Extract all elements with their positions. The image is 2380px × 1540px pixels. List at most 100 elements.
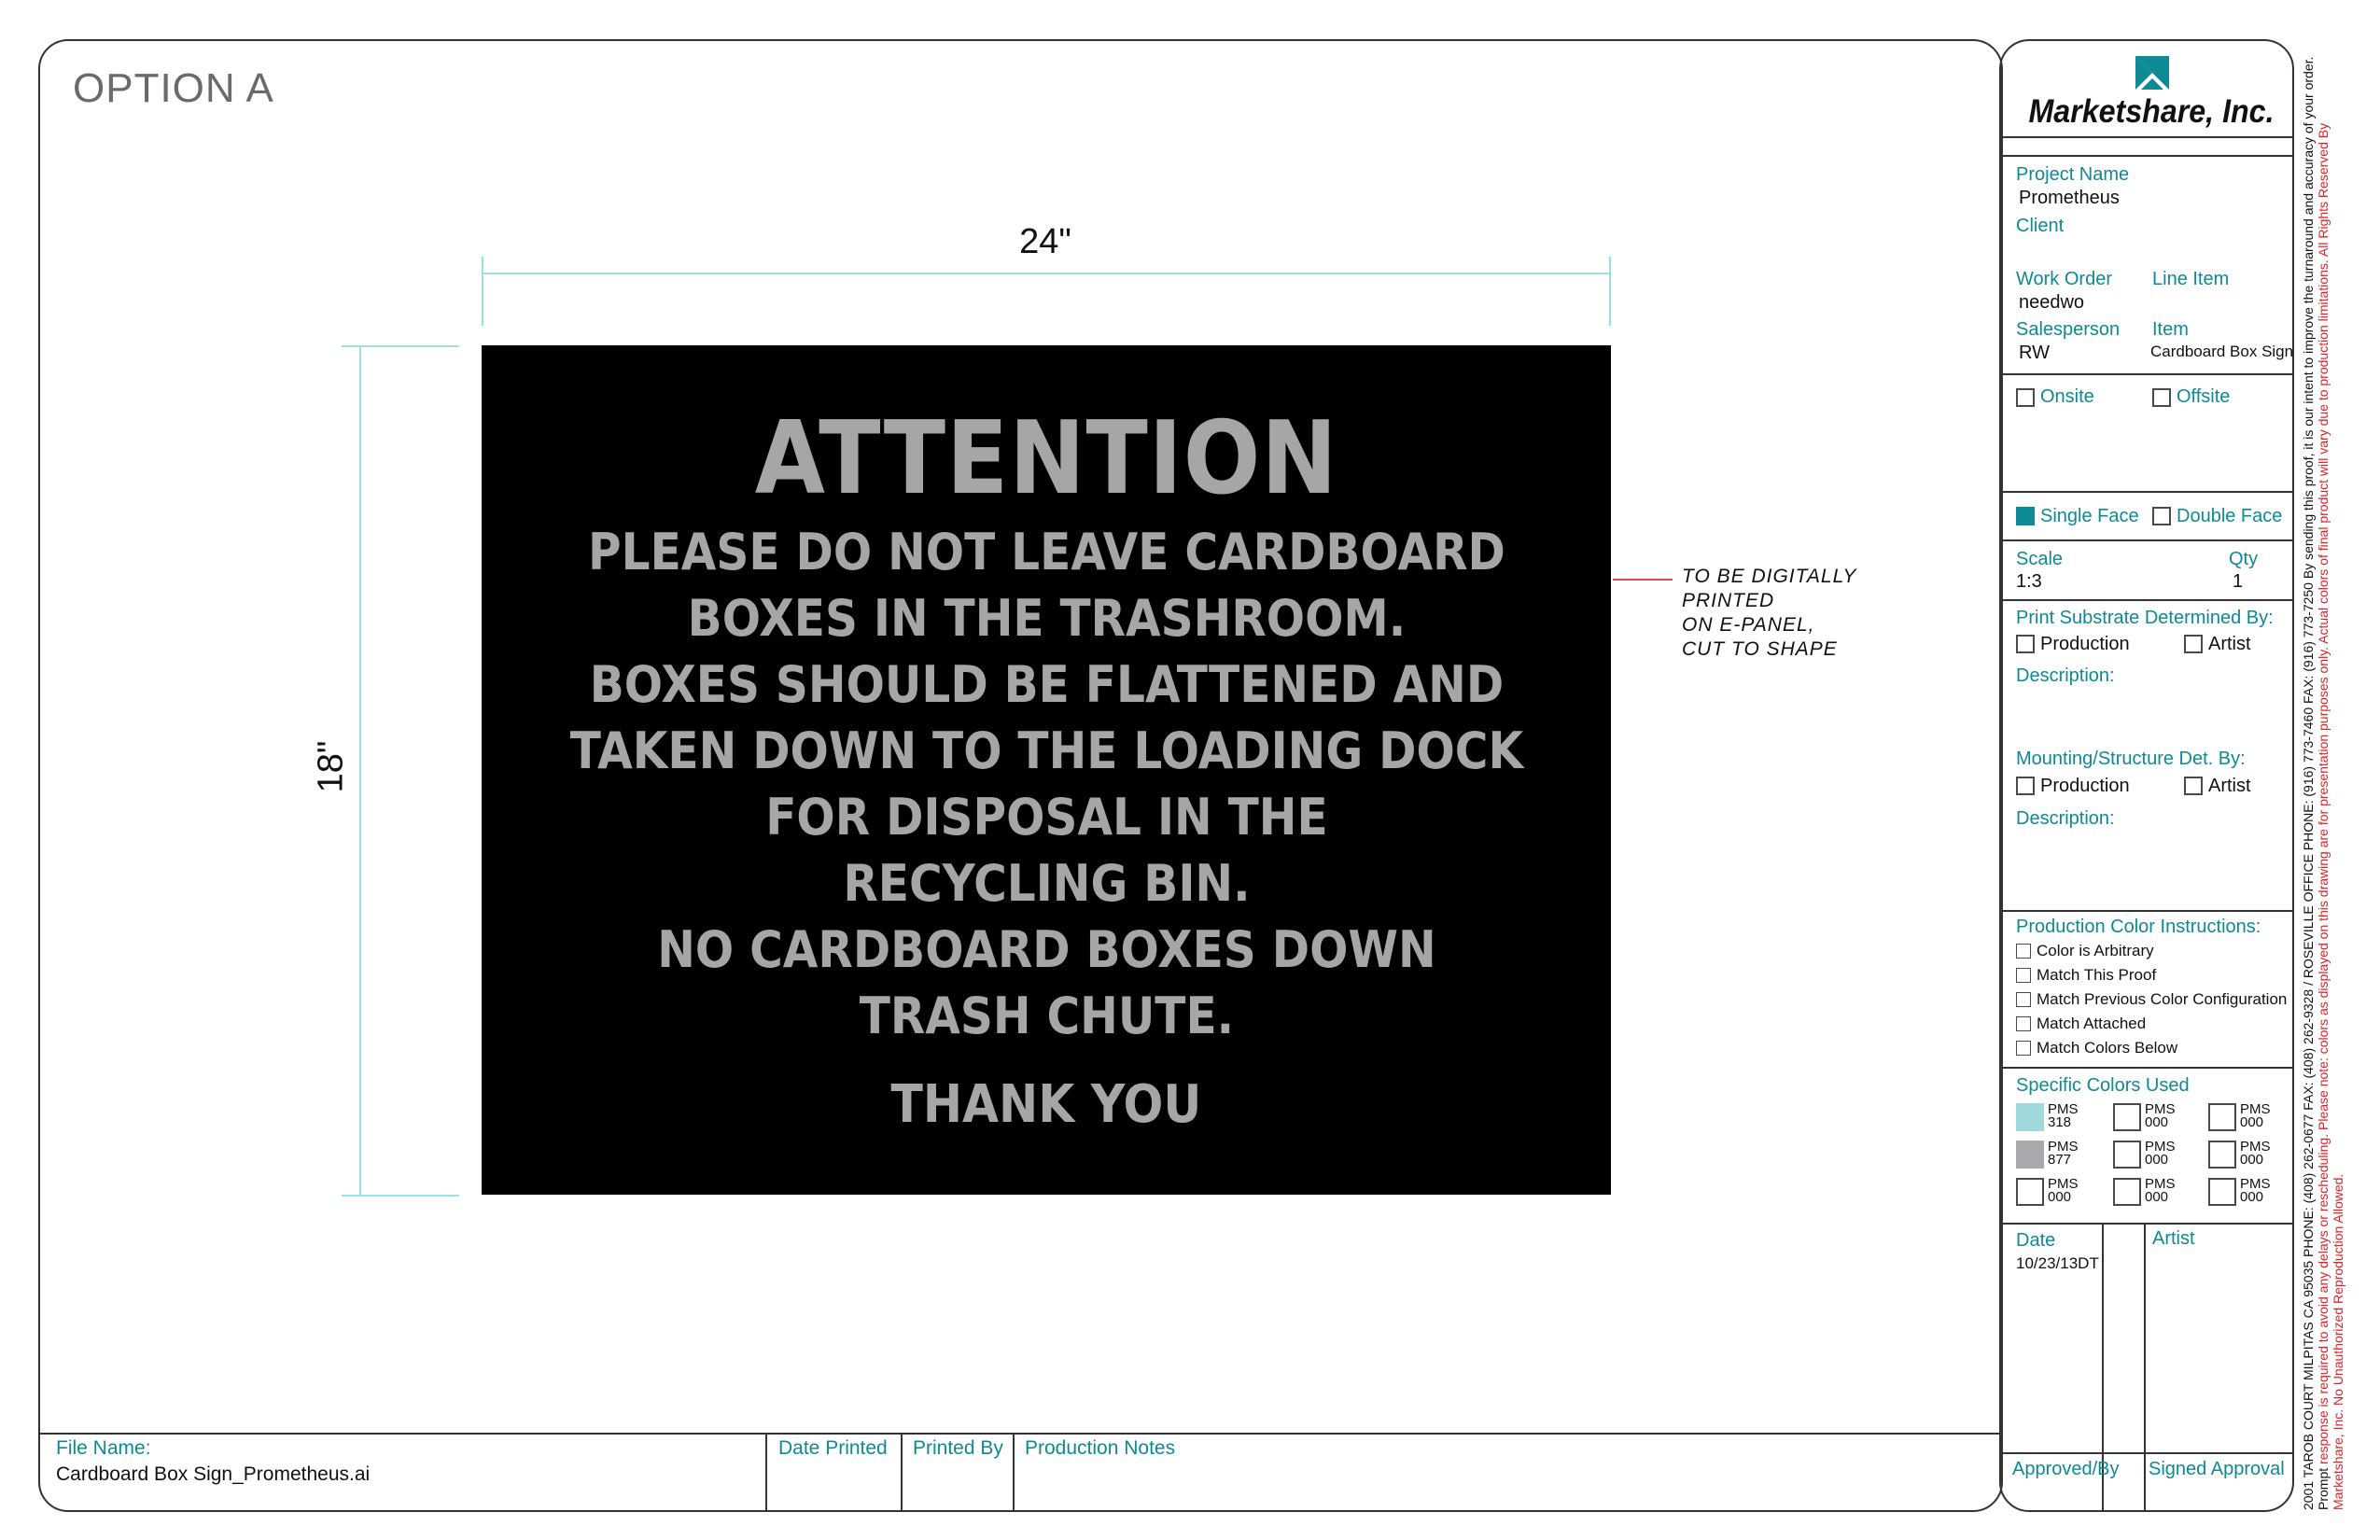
title-block-divider xyxy=(2001,373,2292,375)
height-dimension-label: 18" xyxy=(311,740,351,793)
mounting-label: Mounting/Structure Det. By: xyxy=(2016,749,2246,769)
color-option-checkbox[interactable] xyxy=(2016,1041,2031,1056)
callout-note: TO BE DIGITALLY PRINTED ON E-PANEL, CUT … xyxy=(1682,565,1856,662)
color-option-label: Color is Arbitrary xyxy=(2037,942,2154,959)
substrate-artist-checkbox[interactable] xyxy=(2184,635,2203,653)
bottom-strip-divider xyxy=(38,1433,2003,1435)
swatch-pms-number: 877 xyxy=(2048,1152,2072,1168)
color-instructions-label: Production Color Instructions: xyxy=(2016,917,2261,937)
line-item-label: Line Item xyxy=(2152,269,2230,289)
qty-value: 1 xyxy=(2233,571,2244,592)
mounting-description-label: Description: xyxy=(2016,808,2115,829)
swatch-pms-number: 000 xyxy=(2240,1114,2264,1130)
file-name-value: Cardboard Box Sign_Prometheus.ai xyxy=(56,1463,371,1485)
work-order-value: needwo xyxy=(2019,292,2085,313)
callout-line-text: ON E-PANEL, xyxy=(1682,614,1815,636)
swatch-pms-number: 000 xyxy=(2240,1152,2264,1168)
swatch-pms-number: 000 xyxy=(2048,1189,2072,1205)
single-face-label: Single Face xyxy=(2040,506,2139,526)
mounting-production-checkbox[interactable] xyxy=(2016,777,2035,795)
substrate-production-checkbox[interactable] xyxy=(2016,635,2035,653)
color-option-checkbox[interactable] xyxy=(2016,968,2031,983)
color-option-label: Match Colors Below xyxy=(2037,1039,2178,1057)
title-block-divider xyxy=(2001,1067,2292,1069)
double-face-checkbox[interactable] xyxy=(2152,507,2171,525)
height-dimension-tick-bottom xyxy=(342,1195,459,1197)
sign-body-line: RECYCLING BIN. xyxy=(842,854,1251,913)
width-dimension-label: 24" xyxy=(1019,222,1071,261)
offsite-checkbox[interactable] xyxy=(2152,388,2171,407)
callout-line-text: CUT TO SHAPE xyxy=(1682,638,1838,660)
mounting-artist-label: Artist xyxy=(2208,776,2251,796)
callout-line-text: TO BE DIGITALLY xyxy=(1682,566,1857,587)
project-name-label: Project Name xyxy=(2016,164,2130,185)
sign-body-line: FOR DISPOSAL IN THE xyxy=(764,788,1328,847)
height-dimension-line xyxy=(359,345,361,1195)
color-option-checkbox[interactable] xyxy=(2016,992,2031,1007)
artist-field-label: Artist xyxy=(2152,1228,2195,1249)
color-swatch xyxy=(2016,1178,2044,1206)
sign-body-line: TRASH CHUTE. xyxy=(859,987,1234,1045)
title-block-divider xyxy=(2001,599,2292,601)
item-label: Item xyxy=(2152,319,2189,340)
option-title: OPTION A xyxy=(73,65,274,111)
substrate-description-label: Description: xyxy=(2016,665,2115,686)
marketshare-logo-icon xyxy=(2135,56,2169,90)
color-option-label: Match Attached xyxy=(2037,1015,2147,1032)
bottom-strip-column-divider xyxy=(765,1433,767,1512)
file-name-label: File Name: xyxy=(56,1437,151,1459)
single-face-checkbox[interactable] xyxy=(2016,507,2035,525)
work-order-label: Work Order xyxy=(2016,269,2112,289)
color-swatch xyxy=(2113,1103,2141,1131)
date-label: Date xyxy=(2016,1230,2056,1251)
sign-body-line: NO CARDBOARD BOXES DOWN xyxy=(656,920,1436,979)
sign-body-line: TAKEN DOWN TO THE LOADING DOCK xyxy=(569,721,1523,780)
sign-body-line: BOXES SHOULD BE FLATTENED AND xyxy=(589,655,1504,714)
callout-leader-line xyxy=(1613,579,1673,581)
disclaimer: 2001 TAROB COURT MILPITAS CA 95035 PHONE… xyxy=(2301,54,2345,1510)
title-block-divider xyxy=(2001,1452,2292,1454)
color-swatch xyxy=(2208,1178,2236,1206)
swatch-pms-number: 000 xyxy=(2145,1152,2169,1168)
item-value: Cardboard Box Sign xyxy=(2150,343,2294,360)
swatch-pms-number: 000 xyxy=(2145,1114,2169,1130)
salesperson-label: Salesperson xyxy=(2016,319,2121,340)
approved-by-label: Approved/By xyxy=(2012,1459,2120,1479)
swatch-pms-number: 000 xyxy=(2240,1189,2264,1205)
bottom-strip-column-divider xyxy=(901,1433,903,1512)
swatch-pms-number: 000 xyxy=(2145,1189,2169,1205)
title-block-divider xyxy=(2001,155,2292,157)
swatch-pms-number: 318 xyxy=(2048,1114,2072,1130)
sign-body: PLEASE DO NOT LEAVE CARDBOARD BOXES IN T… xyxy=(569,519,1522,1049)
sign-body-line: PLEASE DO NOT LEAVE CARDBOARD xyxy=(587,523,1505,581)
height-dimension-tick-top xyxy=(342,345,459,347)
bottom-strip-column-divider xyxy=(1013,1433,1015,1512)
mounting-artist-checkbox[interactable] xyxy=(2184,777,2203,795)
mounting-production-label: Production xyxy=(2040,776,2130,796)
disclaimer-notice-text: response is required to avoid any delays… xyxy=(2316,122,2345,1510)
scale-label: Scale xyxy=(2016,549,2064,569)
scale-value: 1:3 xyxy=(2016,571,2042,592)
signed-approval-label: Signed Approval xyxy=(2149,1459,2285,1479)
client-label: Client xyxy=(2016,216,2065,236)
sign-thanks: THANK YOU xyxy=(890,1074,1202,1135)
color-option-label: Match This Proof xyxy=(2037,966,2157,984)
color-swatch xyxy=(2113,1141,2141,1169)
company-name: Marketshare, Inc. xyxy=(2028,93,2275,130)
production-notes-label: Production Notes xyxy=(1025,1437,1176,1459)
onsite-checkbox[interactable] xyxy=(2016,388,2035,407)
width-dimension-line xyxy=(482,273,1611,274)
salesperson-value: RW xyxy=(2019,343,2050,363)
qty-label: Qty xyxy=(2229,549,2259,569)
title-block-divider xyxy=(2001,1223,2292,1225)
callout-line-text: PRINTED xyxy=(1682,590,1775,611)
color-swatch xyxy=(2016,1103,2044,1131)
substrate-production-label: Production xyxy=(2040,634,2130,654)
color-option-checkbox[interactable] xyxy=(2016,1016,2031,1031)
printed-by-label: Printed By xyxy=(913,1437,1003,1459)
onsite-label: Onsite xyxy=(2040,386,2094,407)
color-option-checkbox[interactable] xyxy=(2016,944,2031,959)
specific-colors-label: Specific Colors Used xyxy=(2016,1075,2190,1096)
title-block-divider xyxy=(2001,539,2292,541)
title-block-divider xyxy=(2001,910,2292,912)
